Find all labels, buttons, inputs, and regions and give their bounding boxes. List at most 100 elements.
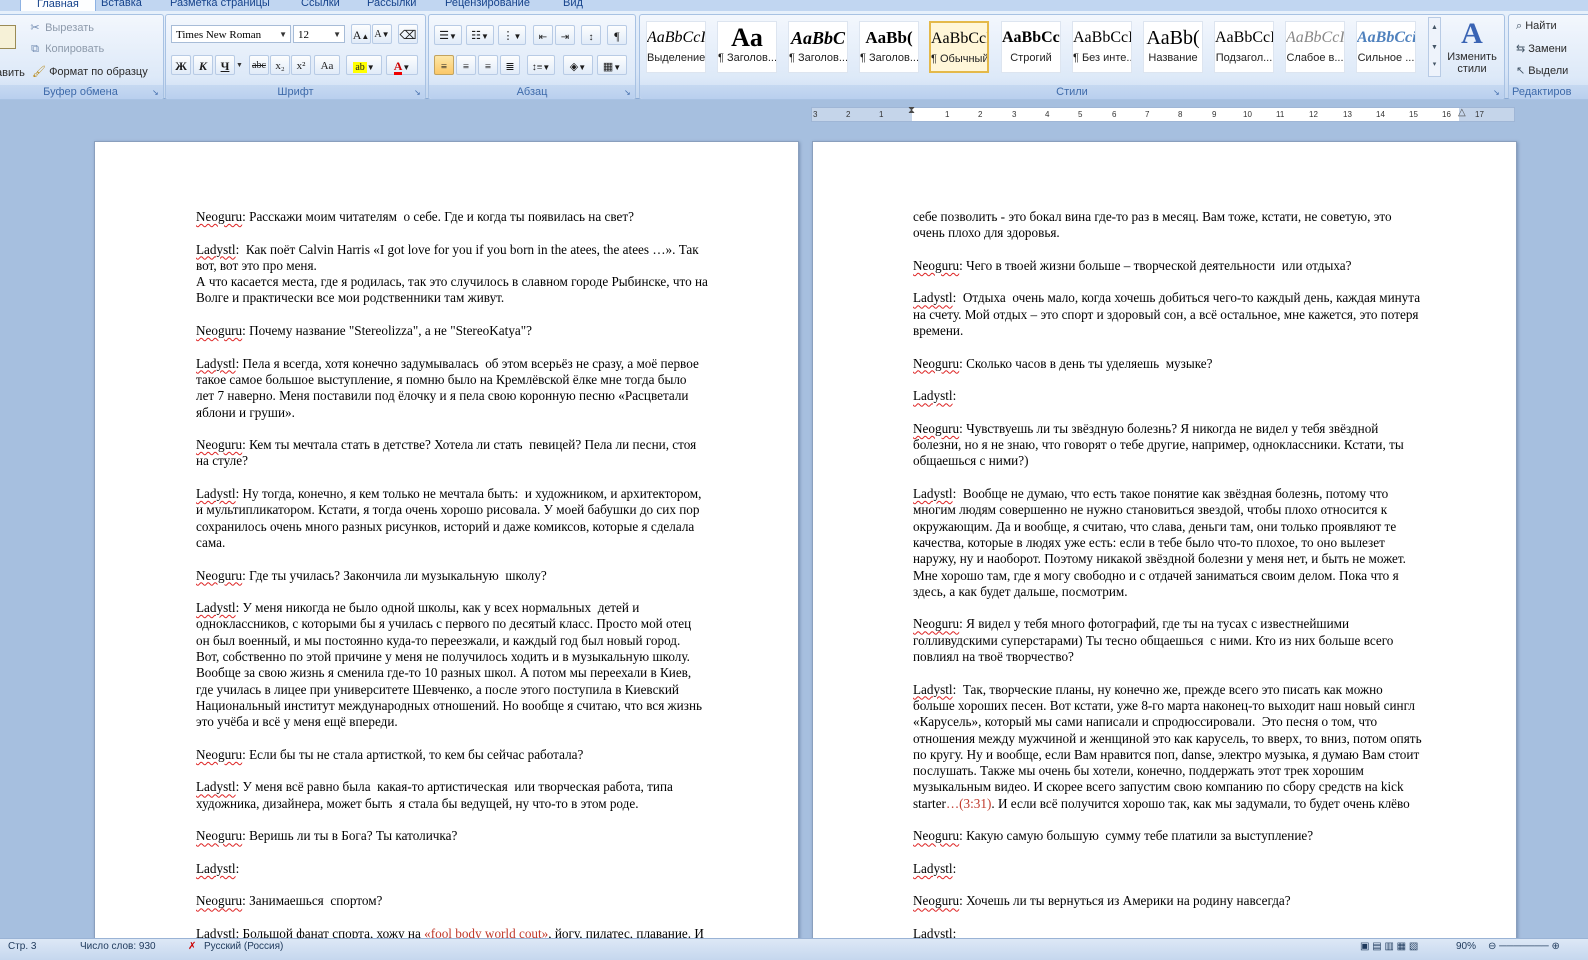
- tab-insert[interactable]: Вставка: [101, 0, 142, 11]
- bold-button[interactable]: Ж: [171, 55, 191, 75]
- show-marks-button[interactable]: ¶: [607, 25, 627, 45]
- paragraph[interactable]: Ladystl: Отдыха очень мало, когда хочешь…: [913, 290, 1473, 339]
- find-button[interactable]: ⌕ Найти: [1516, 20, 1557, 33]
- chevron-down-icon[interactable]: ▼: [1429, 38, 1440, 58]
- document-page-2[interactable]: себе позволить - это бокал вина где-то р…: [812, 141, 1517, 953]
- multilevel-list-button[interactable]: ⋮▼: [498, 25, 526, 45]
- status-language[interactable]: Русский (Россия): [204, 939, 283, 955]
- paragraph[interactable]: Neoguru: Кем ты мечтала стать в детстве?…: [196, 437, 756, 470]
- strikethrough-button[interactable]: abc: [249, 55, 269, 75]
- numbering-button[interactable]: ☷▼: [466, 25, 494, 45]
- font-launcher-icon[interactable]: ↘: [414, 89, 422, 97]
- style-item-title[interactable]: AaBb( Название: [1143, 21, 1203, 73]
- shading-button[interactable]: ◈▼: [563, 55, 593, 75]
- underline-button[interactable]: Ч: [215, 55, 235, 75]
- increase-indent-button[interactable]: ⇥: [555, 25, 575, 45]
- italic-button[interactable]: К: [193, 55, 213, 75]
- styles-launcher-icon[interactable]: ↘: [1493, 89, 1501, 97]
- paragraph[interactable]: Ladystl:: [913, 861, 1473, 877]
- paragraph[interactable]: Ladystl: Так, творческие планы, ну конеч…: [913, 682, 1473, 812]
- grow-font-button[interactable]: A▲: [351, 24, 371, 44]
- highlight-button[interactable]: ab ▼: [346, 55, 382, 75]
- paragraph[interactable]: Neoguru: Чего в твоей жизни больше – тво…: [913, 258, 1473, 274]
- line-spacing-button[interactable]: ↕≡▼: [527, 55, 555, 75]
- paragraph[interactable]: Neoguru: Почему название "Stereolizza", …: [196, 323, 756, 339]
- bullets-button[interactable]: ☰▼: [434, 25, 462, 45]
- proofing-icon[interactable]: ✗: [188, 939, 196, 955]
- paragraph[interactable]: Ladystl:: [913, 388, 1473, 404]
- tab-mailings[interactable]: Рассылки: [367, 0, 416, 11]
- more-icon[interactable]: ▾: [1429, 58, 1440, 72]
- style-item-intense-emphasis[interactable]: AaBbCci Сильное ...: [1356, 21, 1416, 73]
- replace-button[interactable]: ⇆ Замени: [1516, 42, 1567, 55]
- style-item-strong[interactable]: AaBbCcI Строгий: [1001, 21, 1061, 73]
- style-item-subtle-emphasis[interactable]: AaBbCcI Слабое в...: [1285, 21, 1345, 73]
- style-item-no-spacing[interactable]: AaBbCcI ¶ Без инте...: [1072, 21, 1132, 73]
- tab-page-layout[interactable]: Разметка страницы: [170, 0, 270, 11]
- paragraph[interactable]: Neoguru: Чувствуешь ли ты звёздную болез…: [913, 421, 1473, 470]
- paragraph[interactable]: Ladystl: Ну тогда, конечно, я кем только…: [196, 486, 756, 551]
- paragraph[interactable]: Neoguru: Веришь ли ты в Бога? Ты католич…: [196, 828, 756, 844]
- horizontal-ruler[interactable]: 3 2 1 ⧗ 1 2 3 4 5 6 7 8 9 10 11 12 13 14…: [811, 105, 1515, 122]
- paragraph[interactable]: Neoguru: Я видел у тебя много фотографий…: [913, 616, 1473, 665]
- copy-button[interactable]: ⧉ Копировать: [28, 43, 104, 56]
- clear-formatting-button[interactable]: ⌫: [398, 24, 418, 44]
- change-case-button[interactable]: Aa: [314, 55, 340, 75]
- cut-button[interactable]: ✂ Вырезать: [28, 21, 94, 34]
- paragraph[interactable]: Neoguru: Сколько часов в день ты уделяеш…: [913, 356, 1473, 372]
- status-zoom[interactable]: 90%: [1456, 939, 1476, 955]
- chevron-down-icon[interactable]: ▼: [236, 62, 243, 69]
- font-color-button[interactable]: A▼: [386, 55, 418, 75]
- tab-references[interactable]: Ссылки: [301, 0, 340, 11]
- clipboard-launcher-icon[interactable]: ↘: [152, 89, 160, 97]
- font-name-combo[interactable]: Times New Roman ▼: [171, 25, 291, 43]
- style-item-emphasis[interactable]: AaBbCcI Выделение: [646, 21, 706, 73]
- paragraph[interactable]: Ladystl: Вообще не думаю, что есть такое…: [913, 486, 1473, 600]
- shrink-font-button[interactable]: A▼: [372, 24, 392, 44]
- document-page-1[interactable]: Neoguru: Расскажи моим читателям о себе.…: [94, 141, 799, 953]
- font-size-combo[interactable]: 12 ▼: [293, 25, 345, 43]
- chevron-up-icon[interactable]: ▲: [1429, 18, 1440, 38]
- align-right-button[interactable]: ≡: [478, 55, 498, 75]
- style-item-heading1[interactable]: Aa ¶ Заголов...: [717, 21, 777, 73]
- sort-button[interactable]: ↕: [581, 25, 601, 45]
- paragraph[interactable]: Ladystl: У меня никогда не было одной шк…: [196, 600, 756, 730]
- paragraph[interactable]: Neoguru: Хочешь ли ты вернуться из Амери…: [913, 893, 1473, 909]
- paste-button[interactable]: авить: [0, 21, 25, 81]
- paragraph[interactable]: Neoguru: Если бы ты не стала артисткой, …: [196, 747, 756, 763]
- paragraph[interactable]: Neoguru: Какую самую большую сумму тебе …: [913, 828, 1473, 844]
- style-item-heading3[interactable]: AaBb( ¶ Заголов...: [859, 21, 919, 73]
- zoom-slider[interactable]: ⊖ ─────── ⊕: [1488, 939, 1560, 955]
- paragraph[interactable]: себе позволить - это бокал вина где-то р…: [913, 209, 1473, 242]
- tab-review[interactable]: Рецензирование: [445, 0, 530, 11]
- first-line-indent-marker[interactable]: ⧗: [908, 105, 915, 116]
- style-item-subtitle[interactable]: AaBbCcI Подзагол...: [1214, 21, 1274, 73]
- select-button[interactable]: ↖ Выдели: [1516, 64, 1568, 77]
- status-page[interactable]: Стр. 3: [8, 939, 36, 955]
- paragraph-launcher-icon[interactable]: ↘: [624, 89, 632, 97]
- paragraph[interactable]: Ladystl: Пела я всегда, хотя конечно зад…: [196, 356, 756, 421]
- page-1-text[interactable]: Neoguru: Расскажи моим читателям о себе.…: [196, 209, 756, 942]
- view-buttons[interactable]: ▣ ▤ ▥ ▦ ▧: [1360, 939, 1418, 955]
- align-left-button[interactable]: ≡: [434, 55, 454, 75]
- style-item-heading2[interactable]: AaBbC ¶ Заголов...: [788, 21, 848, 73]
- paragraph[interactable]: Ladystl:: [196, 861, 756, 877]
- right-indent-marker[interactable]: △: [1458, 107, 1466, 118]
- justify-button[interactable]: ≣: [500, 55, 520, 75]
- paragraph[interactable]: Neoguru: Где ты училась? Закончила ли му…: [196, 568, 756, 584]
- borders-button[interactable]: ▦▼: [597, 55, 627, 75]
- paragraph[interactable]: Neoguru: Расскажи моим читателям о себе.…: [196, 209, 756, 225]
- paragraph[interactable]: Neoguru: Занимаешься спортом?: [196, 893, 756, 909]
- styles-gallery-scroll[interactable]: ▲ ▼ ▾: [1428, 17, 1441, 77]
- status-word-count[interactable]: Число слов: 930: [80, 939, 156, 955]
- tab-view[interactable]: Вид: [563, 0, 583, 11]
- style-item-normal[interactable]: AaBbCcI ¶ Обычный: [929, 21, 989, 73]
- align-center-button[interactable]: ≡: [456, 55, 476, 75]
- paragraph[interactable]: Ladystl: У меня всё равно была какая-то …: [196, 779, 756, 812]
- decrease-indent-button[interactable]: ⇤: [533, 25, 553, 45]
- page-2-text[interactable]: себе позволить - это бокал вина где-то р…: [913, 209, 1473, 942]
- paragraph[interactable]: Ladystl: Как поёт Calvin Harris «I got l…: [196, 242, 756, 307]
- subscript-button[interactable]: x₂: [270, 55, 290, 75]
- format-painter-button[interactable]: 🖌 Формат по образцу: [32, 65, 148, 78]
- change-styles-button[interactable]: A Изменить стили: [1446, 17, 1498, 87]
